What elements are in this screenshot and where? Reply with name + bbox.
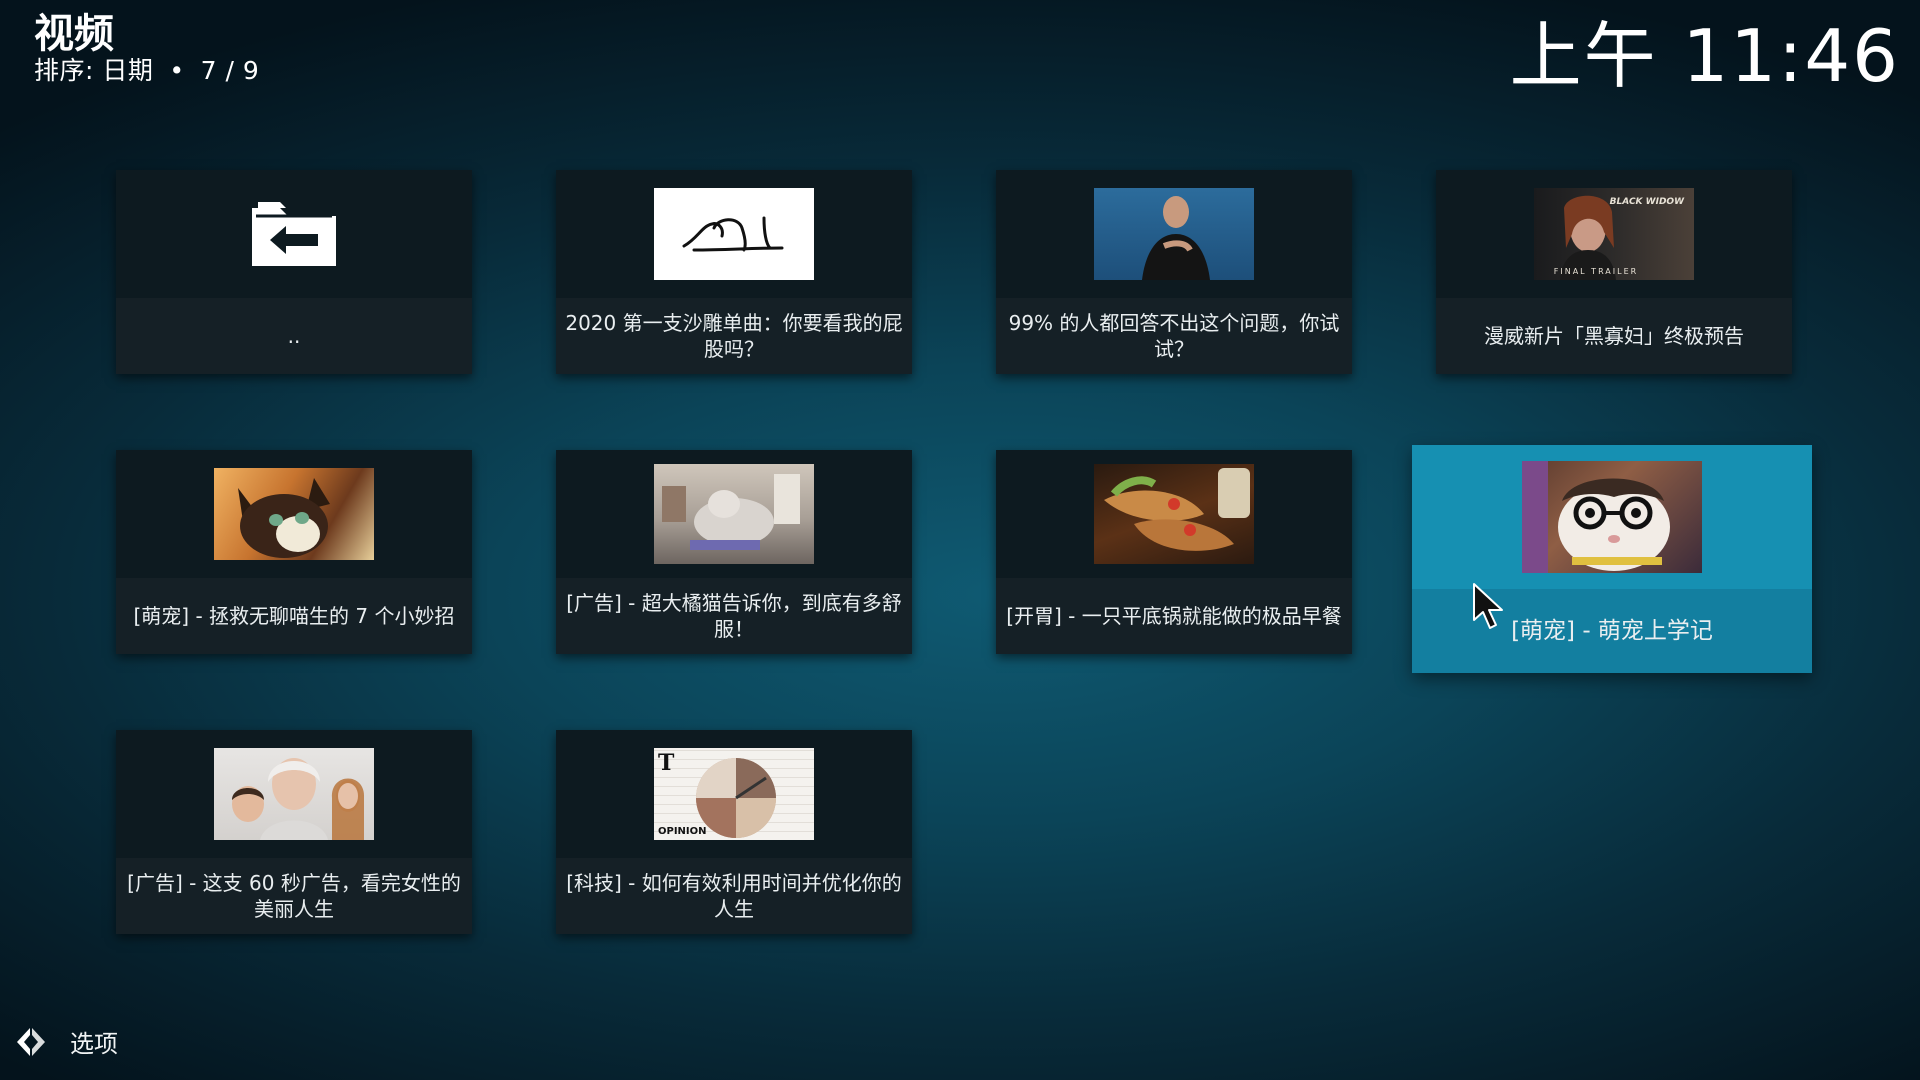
video-item-title: [广告] - 超大橘猫告诉你，到底有多舒服！ [566,591,902,641]
options-label: 选项 [70,1030,118,1058]
video-item-title: 2020 第一支沙雕单曲：你要看我的屁股吗？ [565,311,903,361]
thumb-title-text: BLACK WIDOW [1610,197,1685,207]
mouse-pointer-icon [1473,583,1503,629]
video-item[interactable]: [萌宠] - 拯救无聊喵生的 7 个小妙招 [116,450,472,654]
video-thumbnail [214,468,374,560]
thumb-opinion-text: OPINION [658,826,707,837]
video-item-title: [萌宠] - 萌宠上学记 [1511,618,1713,644]
folder-back-icon [252,202,336,266]
video-item[interactable]: [广告] - 这支 60 秒广告，看完女性的美丽人生 [116,730,472,934]
video-thumbnail: BLACK WIDOW FINAL TRAILER [1534,188,1694,280]
video-item[interactable]: T OPINION [科技] - 如何有效利用时间并优化你的人生 [556,730,912,934]
thumb-trailer-text: FINAL TRAILER [1554,267,1638,276]
video-grid: .. 2020 第一支沙雕单曲：你要看我的屁股吗？ 99% 的人都回答不出这个问… [0,0,1920,1080]
video-thumbnail [1094,188,1254,280]
video-item-title: [广告] - 这支 60 秒广告，看完女性的美丽人生 [127,871,461,921]
video-thumbnail: T OPINION [654,748,814,840]
video-item[interactable]: 2020 第一支沙雕单曲：你要看我的屁股吗？ [556,170,912,374]
video-item[interactable]: [开胃] - 一只平底锅就能做的极品早餐 [996,450,1352,654]
nyt-logo-letter: T [658,750,675,776]
video-item-parent[interactable]: .. [116,170,472,374]
video-item-title: .. [287,324,301,348]
video-thumbnail [1522,461,1702,573]
options-arrows-icon [17,1027,45,1056]
video-thumbnail [654,464,814,564]
video-item-title: 99% 的人都回答不出这个问题，你试试？ [1008,311,1340,361]
options-button[interactable]: 选项 [14,1024,118,1059]
video-thumbnail [654,188,814,280]
video-item-title: [科技] - 如何有效利用时间并优化你的人生 [566,871,902,921]
video-item-title: 漫威新片「黑寡妇」终极预告 [1484,324,1744,348]
video-item-title: [萌宠] - 拯救无聊喵生的 7 个小妙招 [133,604,455,628]
video-item[interactable]: BLACK WIDOW FINAL TRAILER 漫威新片「黑寡妇」终极预告 [1436,170,1792,374]
video-item[interactable]: 99% 的人都回答不出这个问题，你试试？ [996,170,1352,374]
video-thumbnail [1094,464,1254,564]
video-item-focused[interactable]: [萌宠] - 萌宠上学记 [1412,445,1812,673]
video-item-title: [开胃] - 一只平底锅就能做的极品早餐 [1006,604,1342,628]
video-item[interactable]: [广告] - 超大橘猫告诉你，到底有多舒服！ [556,450,912,654]
video-thumbnail [214,748,374,840]
